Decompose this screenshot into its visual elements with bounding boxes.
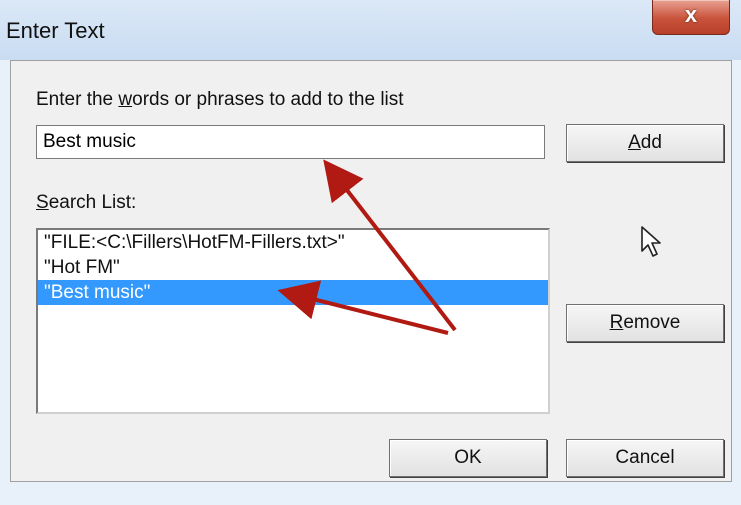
remove-button[interactable]: Remove [566, 304, 724, 342]
dialog-title: Enter Text [6, 18, 105, 43]
remove-mnemonic: R [609, 312, 624, 333]
add-label: dd [640, 132, 662, 153]
list-item[interactable]: "FILE:<C:\Fillers\HotFM-Fillers.txt>" [38, 230, 548, 255]
close-button[interactable]: x [652, 0, 730, 35]
add-button[interactable]: Add [566, 124, 724, 162]
list-item-selected[interactable]: "Best music" [38, 280, 548, 305]
search-list-mnemonic: S [36, 192, 49, 213]
remove-label: emove [623, 312, 681, 333]
prompt-label-part: Enter the [36, 89, 119, 110]
search-list-label: Search List: [36, 192, 136, 214]
search-list[interactable]: "FILE:<C:\Fillers\HotFM-Fillers.txt>" "H… [36, 228, 550, 414]
search-list-label-rest: earch List: [48, 192, 137, 213]
title-bar[interactable]: Enter Text x [0, 0, 741, 60]
mouse-pointer-icon [641, 226, 661, 257]
list-item[interactable]: "Hot FM" [38, 255, 548, 280]
cancel-button[interactable]: Cancel [566, 439, 724, 477]
close-icon: x [684, 2, 698, 27]
prompt-label-rest: ords or phrases to add to the list [132, 89, 404, 110]
dialog-body: Enter the words or phrases to add to the… [10, 60, 732, 482]
enter-text-dialog: Enter Text x Enter the words or phrases … [0, 0, 741, 505]
phrase-input[interactable] [36, 125, 545, 159]
prompt-mnemonic: w [118, 89, 133, 110]
add-mnemonic: A [628, 132, 641, 153]
ok-button[interactable]: OK [389, 439, 547, 477]
prompt-label: Enter the words or phrases to add to the… [36, 89, 404, 111]
